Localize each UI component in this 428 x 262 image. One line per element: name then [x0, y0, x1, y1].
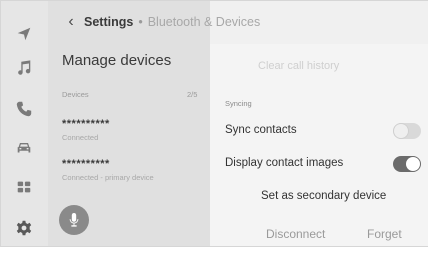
- breadcrumb-current: Settings: [84, 15, 134, 29]
- device-status: Connected: [62, 133, 99, 142]
- voice-button[interactable]: [59, 205, 89, 235]
- devices-section-label: Devices: [62, 90, 89, 99]
- toggle-knob: [394, 124, 408, 138]
- display-contact-images-toggle[interactable]: [393, 156, 421, 172]
- disconnect-button[interactable]: Disconnect: [266, 227, 325, 241]
- display-contact-images-label: Display contact images: [225, 157, 344, 169]
- breadcrumb-parent[interactable]: Bluetooth & Devices: [148, 15, 261, 29]
- devices-count: 2/5: [187, 90, 198, 99]
- page-title: Manage devices: [62, 52, 172, 69]
- phone-icon[interactable]: [12, 97, 36, 121]
- device-status: Connected - primary device: [62, 173, 154, 182]
- device-item[interactable]: ********** Connected - primary device: [62, 158, 202, 182]
- forget-button[interactable]: Forget: [367, 227, 402, 241]
- set-secondary-device-button[interactable]: Set as secondary device: [261, 190, 386, 202]
- device-name: **********: [62, 158, 110, 170]
- settings-icon[interactable]: [12, 216, 36, 240]
- microphone-icon: [69, 213, 79, 227]
- device-options-panel: [210, 44, 428, 246]
- side-rail: [0, 0, 48, 246]
- bluetooth-device-settings-screen: ‹ Settings • Bluetooth & Devices Manage de…: [0, 0, 428, 262]
- car-icon[interactable]: [12, 136, 36, 160]
- chevron-left-icon: ‹: [68, 13, 74, 30]
- breadcrumb: Settings • Bluetooth & Devices: [84, 15, 260, 29]
- device-item[interactable]: ********** Connected: [62, 118, 202, 142]
- sync-contacts-label: Sync contacts: [225, 124, 297, 136]
- bottom-margin: [0, 246, 428, 262]
- device-name: **********: [62, 118, 110, 130]
- back-button[interactable]: ‹: [64, 13, 78, 30]
- toggle-knob: [406, 157, 420, 171]
- navigation-icon[interactable]: [12, 22, 36, 46]
- sync-contacts-toggle[interactable]: [393, 123, 421, 139]
- apps-icon[interactable]: [12, 175, 36, 199]
- breadcrumb-separator: •: [138, 15, 143, 29]
- music-icon[interactable]: [12, 56, 36, 80]
- clear-call-history-button[interactable]: Clear call history: [258, 60, 339, 72]
- syncing-section-label: Syncing: [225, 99, 252, 108]
